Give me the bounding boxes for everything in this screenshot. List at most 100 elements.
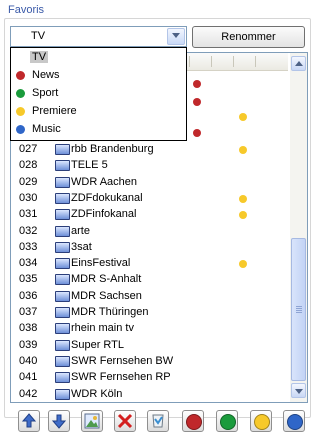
channel-row[interactable]: 036 MDR Sachsen xyxy=(11,289,288,304)
rename-button[interactable]: Renommer xyxy=(192,26,305,48)
channel-row[interactable]: 027 rbb Brandenburg xyxy=(11,142,288,157)
red-mark-icon xyxy=(193,98,201,106)
delete-button[interactable] xyxy=(114,410,136,432)
yellow-mark-icon xyxy=(239,260,247,269)
tv-icon xyxy=(55,258,70,270)
blue-favorite-button[interactable] xyxy=(283,410,305,432)
channel-number: 028 xyxy=(19,159,38,172)
tv-icon xyxy=(55,144,70,155)
dropdown-item[interactable]: Music xyxy=(11,122,186,137)
scroll-up-button[interactable] xyxy=(291,56,306,71)
channel-number: 029 xyxy=(19,175,38,188)
tv-icon xyxy=(55,290,70,302)
arrow-down-icon xyxy=(49,411,69,431)
dropdown-item[interactable]: TV xyxy=(11,50,186,65)
combo-value: TV xyxy=(31,30,46,42)
grip-line xyxy=(296,306,302,307)
channel-name: rbb Brandenburg xyxy=(71,143,154,155)
green-favorite-button[interactable] xyxy=(216,410,238,432)
green-circle-icon xyxy=(220,414,236,430)
channel-number: 031 xyxy=(19,208,38,221)
move-down-button[interactable] xyxy=(48,410,70,432)
yellow-mark-icon xyxy=(239,194,247,203)
favorites-list-combo[interactable]: TV xyxy=(10,26,187,47)
vertical-scrollbar[interactable] xyxy=(290,53,307,402)
color-dot-icon xyxy=(16,71,25,80)
dropdown-item[interactable]: News xyxy=(11,68,186,83)
channel-row[interactable]: 031 ZDFinfokanal xyxy=(11,207,288,222)
grip-line xyxy=(296,310,302,311)
channel-number: 037 xyxy=(19,306,38,318)
channel-row[interactable]: 029 WDR Aachen xyxy=(11,175,288,190)
dropdown-item-label: News xyxy=(32,69,60,81)
filter-button[interactable] xyxy=(147,410,169,432)
channel-row[interactable]: 034 EinsFestival xyxy=(11,256,288,271)
yellow-favorite-button[interactable] xyxy=(250,410,272,432)
channel-number: 027 xyxy=(19,143,38,155)
yellow-mark-icon xyxy=(239,146,247,154)
yellow-circle-icon xyxy=(254,414,270,430)
picture-button[interactable] xyxy=(81,410,103,432)
favorites-dropdown-popup[interactable]: TV News Sport Premiere Music xyxy=(10,47,187,141)
channel-number: 040 xyxy=(19,354,38,367)
dropdown-item-label: Sport xyxy=(32,87,59,99)
yellow-mark-icon xyxy=(239,113,247,121)
channel-name: MDR S-Anhalt xyxy=(71,273,142,286)
channel-name: Super RTL xyxy=(71,338,124,351)
tv-icon xyxy=(55,307,70,318)
channel-name: ZDFdokukanal xyxy=(71,191,143,204)
channel-number: 032 xyxy=(19,224,38,237)
channel-name: SWR Fernsehen RP xyxy=(71,371,171,384)
tv-icon xyxy=(55,388,70,400)
dropdown-item[interactable]: Premiere xyxy=(11,104,186,119)
channel-row[interactable]: 030 ZDFdokukanal xyxy=(11,191,288,206)
red-mark-icon xyxy=(193,129,201,137)
blue-circle-icon xyxy=(287,414,303,430)
arrow-up-icon xyxy=(295,61,303,66)
combo-dropdown-button[interactable] xyxy=(167,28,185,45)
picture-icon xyxy=(82,411,102,431)
channel-row[interactable]: 032 arte xyxy=(11,224,288,239)
tv-icon xyxy=(55,274,70,286)
tv-icon xyxy=(55,209,70,221)
channel-name: arte xyxy=(71,224,90,237)
tv-icon xyxy=(55,323,70,335)
scroll-down-button[interactable] xyxy=(291,383,306,398)
channel-row[interactable]: 042 WDR Köln xyxy=(11,387,288,402)
red-favorite-button[interactable] xyxy=(182,410,204,432)
channel-row[interactable]: 028 TELE 5 xyxy=(11,158,288,173)
tv-icon xyxy=(55,339,70,351)
channel-row[interactable]: 040 SWR Fernsehen BW xyxy=(11,354,288,369)
channel-name: WDR Köln xyxy=(71,387,123,400)
favorites-group-title: Favoris xyxy=(8,4,45,16)
channel-name: 3sat xyxy=(71,240,92,253)
red-mark-icon xyxy=(193,80,201,88)
channel-row[interactable]: 039 Super RTL xyxy=(11,338,288,353)
move-up-button[interactable] xyxy=(18,410,40,432)
tv-icon xyxy=(55,160,70,172)
channel-number: 041 xyxy=(19,371,38,384)
channel-number: 034 xyxy=(19,257,38,270)
color-dot-icon xyxy=(16,107,25,116)
channel-row[interactable]: 033 3sat xyxy=(11,240,288,255)
channel-name: TELE 5 xyxy=(71,159,108,172)
channel-row[interactable]: 035 MDR S-Anhalt xyxy=(11,272,288,287)
red-circle-icon xyxy=(186,414,202,430)
dropdown-item[interactable]: Sport xyxy=(11,86,186,101)
channel-number: 039 xyxy=(19,338,38,351)
scroll-thumb[interactable] xyxy=(291,238,306,381)
channel-name: WDR Aachen xyxy=(71,175,138,188)
channel-name: ZDFinfokanal xyxy=(71,208,137,221)
header-separator xyxy=(233,56,234,67)
channel-row[interactable]: 038 rhein main tv xyxy=(11,321,288,336)
yellow-mark-icon xyxy=(239,211,247,220)
header-separator xyxy=(189,56,190,67)
channel-number: 036 xyxy=(19,289,38,302)
channel-row[interactable]: 041 SWR Fernsehen RP xyxy=(11,370,288,385)
channel-name: EinsFestival xyxy=(71,257,131,270)
channel-number: 035 xyxy=(19,273,38,286)
channel-row[interactable]: 037 MDR Thüringen xyxy=(11,305,288,320)
grip-line xyxy=(296,312,302,313)
tv-icon xyxy=(55,372,70,384)
tv-icon xyxy=(55,355,70,367)
